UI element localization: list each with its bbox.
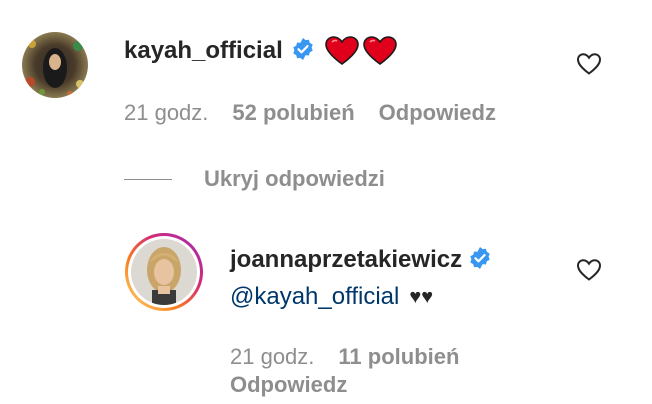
comment-header: kayah_official <box>124 34 397 68</box>
reply-username[interactable]: joannaprzetakiewicz <box>230 246 462 274</box>
reply-likes-count[interactable]: 11 polubień <box>338 344 459 370</box>
comment-like-button[interactable] <box>576 52 602 76</box>
reply-text-hearts: ♥♥ <box>409 285 434 308</box>
avatar-joanna[interactable] <box>124 232 204 312</box>
hide-replies-label: Ukryj odpowiedzi <box>204 166 385 191</box>
verified-badge-icon <box>291 37 315 66</box>
reply-header: joannaprzetakiewicz <box>230 244 492 276</box>
avatar-image <box>22 32 88 98</box>
replies-divider-line <box>124 178 172 180</box>
heart-outline-icon <box>576 53 602 75</box>
hide-replies-toggle[interactable]: Ukryj odpowiedzi <box>124 166 385 192</box>
reply-mention-link[interactable]: @kayah_official <box>230 283 399 311</box>
reply-meta: 21 godz. 11 polubień <box>230 344 459 370</box>
avatar-image <box>125 233 203 311</box>
comment-meta: 21 godz. 52 polubień Odpowiedz <box>124 100 496 126</box>
reply-body: @kayah_official ♥♥ <box>230 282 433 312</box>
verified-badge-icon <box>468 246 492 275</box>
comment-likes-count[interactable]: 52 polubień <box>232 100 354 126</box>
reply-time[interactable]: 21 godz. <box>230 344 314 370</box>
comment-text-hearts <box>324 36 397 66</box>
reply-like-button[interactable] <box>576 258 602 282</box>
red-heart-icon <box>362 36 397 65</box>
comment-reply-button[interactable]: Odpowiedz <box>379 100 496 126</box>
red-heart-icon <box>324 36 359 65</box>
avatar-kayah[interactable] <box>22 32 88 98</box>
comment-time[interactable]: 21 godz. <box>124 100 208 126</box>
heart-outline-icon <box>576 259 602 281</box>
reply-meta-second-row: Odpowiedz <box>230 372 347 398</box>
reply-reply-button[interactable]: Odpowiedz <box>230 372 347 398</box>
comment-username[interactable]: kayah_official <box>124 37 283 65</box>
